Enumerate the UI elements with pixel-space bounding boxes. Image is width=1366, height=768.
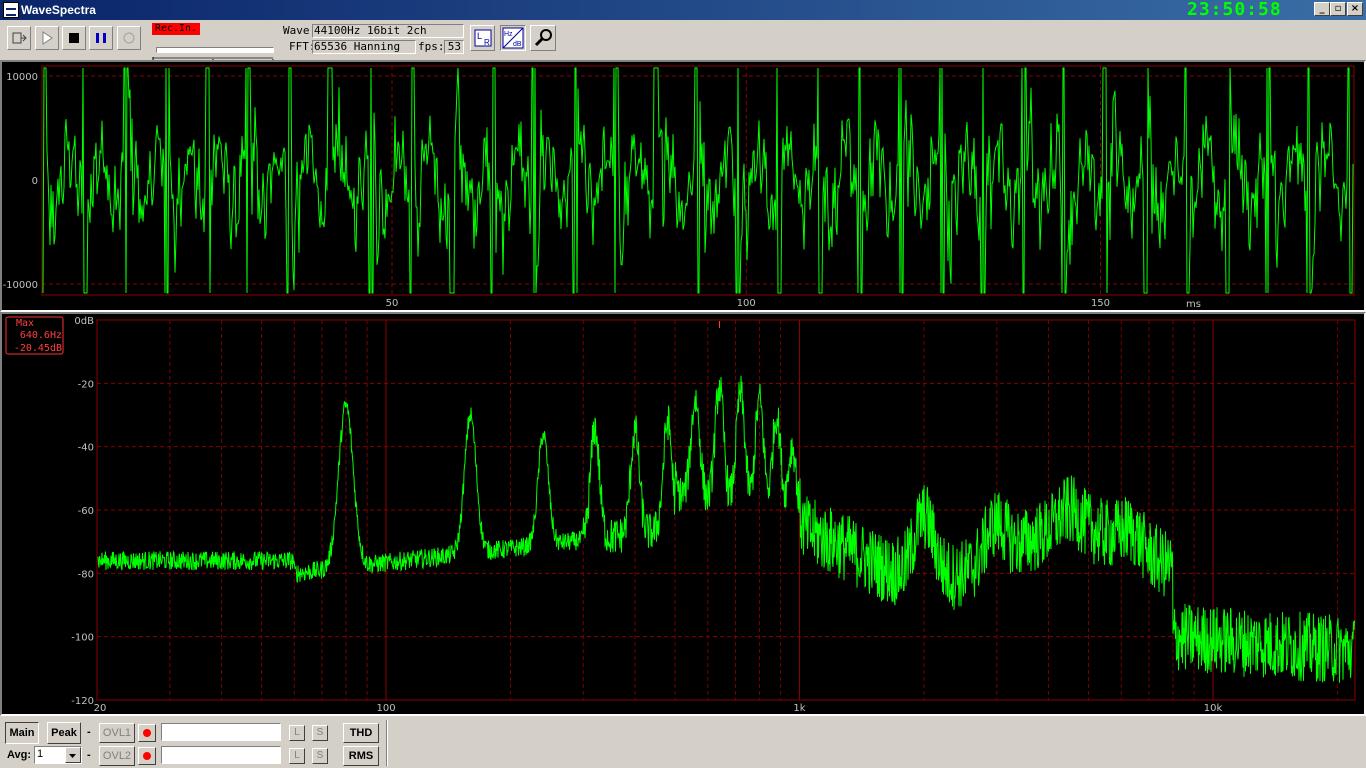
dash-separator: - [87,726,91,738]
waveform-y-tick: -10000 [3,280,38,291]
waveform-x-tick: 50 [386,298,399,309]
stop-button[interactable] [62,26,86,50]
lr-icon: L R [474,29,491,47]
chevron-down-icon[interactable] [65,747,81,763]
settings-button[interactable] [530,25,556,51]
spectrum-x-tick: 10k [1204,703,1223,714]
rms-button[interactable]: RMS [343,746,379,766]
window-title: WaveSpectra [21,3,96,17]
waveform-x-tick: 100 [737,298,756,309]
stop-icon [69,33,79,43]
ovl2-record-button[interactable] [138,747,156,765]
waveform-y-tick: 0 [32,176,38,187]
spectrum-y-tick: -120 [71,696,94,707]
ovl1-name-field[interactable] [161,723,281,741]
close-button[interactable]: × [1347,2,1363,16]
play-button[interactable] [35,26,59,50]
lr-channel-button[interactable]: L R [470,25,495,51]
spectrum-x-tick: 20 [94,703,107,714]
fft-setting-field[interactable]: 65536 Hanning [312,40,416,54]
main-button[interactable]: Main [5,722,39,744]
spectrum-plot: 0dB -20 -40 -60 -80 -100 -12020 100 1k 10k Max640.… [5,316,1356,714]
ovl1-record-button[interactable] [138,724,156,742]
waveform-x-tick: 150 [1091,298,1110,309]
wrench-icon [534,29,552,47]
ovl1-button[interactable]: OVL1 [99,723,135,743]
restore-button[interactable]: ▫ [1330,2,1346,16]
avg-label: Avg: [7,749,32,761]
ovl2-button[interactable]: OVL2 [99,746,135,766]
svg-text:Hz: Hz [504,31,513,38]
input-select-button[interactable] [7,26,31,50]
wave-format-field: 44100Hz 16bit 2ch [312,24,464,38]
bottom-control-bar: Main Peak - OVL1 L S THD Avg: 1 - OVL2 L… [0,718,1366,768]
play-icon [42,31,53,45]
ovl2-save-button[interactable]: S [312,748,328,764]
spectrum-y-tick: -20 [78,379,94,390]
title-bar: WaveSpectra 23:50:58 _ ▫ × [0,0,1366,20]
pause-button[interactable] [89,26,113,50]
peak-box-level: -20.45dB [14,343,62,354]
svg-text:dB: dB [513,41,522,48]
rec-level-meter [156,47,274,53]
spectrum-panel[interactable]: 0dB -20 -40 -60 -80 -100 -120 20 100 1k 10k Max 640.… [0,312,1366,716]
spectrum-frame [96,319,1356,701]
divider [386,720,388,766]
avg-value: 1 [37,748,44,760]
waveform-y-tick: 10000 [6,72,38,83]
spectrum-y-tick: 0dB [74,316,94,327]
peak-box-freq: 640.6Hz [20,330,62,341]
waveform-plot: 50100150200250300350ms100000-10000 [3,65,1355,310]
spectrum-y-tick: -80 [78,569,94,580]
avg-select[interactable]: 1 [34,746,82,764]
waveform-panel[interactable]: 50100150200250300350ms100000-10000 [0,60,1366,312]
record-button[interactable] [117,26,141,50]
minimize-button[interactable]: _ [1314,2,1330,16]
waveform-x-unit: ms [1186,299,1201,310]
spectrum-y-tick: -40 [78,443,94,454]
ovl1-load-button[interactable]: L [289,725,305,741]
peak-box-title: Max [16,318,34,329]
hz-db-button[interactable]: Hz dB [500,25,526,51]
rec-in-indicator: Rec.In. [152,23,200,35]
svg-text:L: L [477,31,482,41]
dash-separator-2: - [87,749,91,761]
wavespectra-window: WaveSpectra 23:50:58 _ ▫ × Rec.In. Wave:… [0,0,1366,768]
app-icon[interactable] [3,2,19,18]
input-select-icon [12,32,27,44]
svg-text:R: R [484,38,490,47]
record-icon [123,32,135,44]
hz-db-icon: Hz dB [502,27,524,49]
spectrum-y-tick: -60 [78,506,94,517]
spectrum-x-tick: 100 [376,703,395,714]
waveform-trace [42,67,1354,294]
fps-field: 53 [444,40,464,54]
pause-icon [96,33,106,43]
thd-button[interactable]: THD [343,723,379,743]
ovl2-name-field[interactable] [161,746,281,764]
toolbar: Rec.In. Wave: 44100Hz 16bit 2ch FFT: 655… [0,20,1366,63]
clock-display: 23:50:58 [1187,0,1282,20]
peak-button[interactable]: Peak [47,722,81,744]
spectrum-x-tick: 1k [793,703,805,714]
ovl2-load-button[interactable]: L [289,748,305,764]
spectrum-y-tick: -100 [71,633,94,644]
ovl1-save-button[interactable]: S [312,725,328,741]
fps-label: fps: [418,40,445,53]
